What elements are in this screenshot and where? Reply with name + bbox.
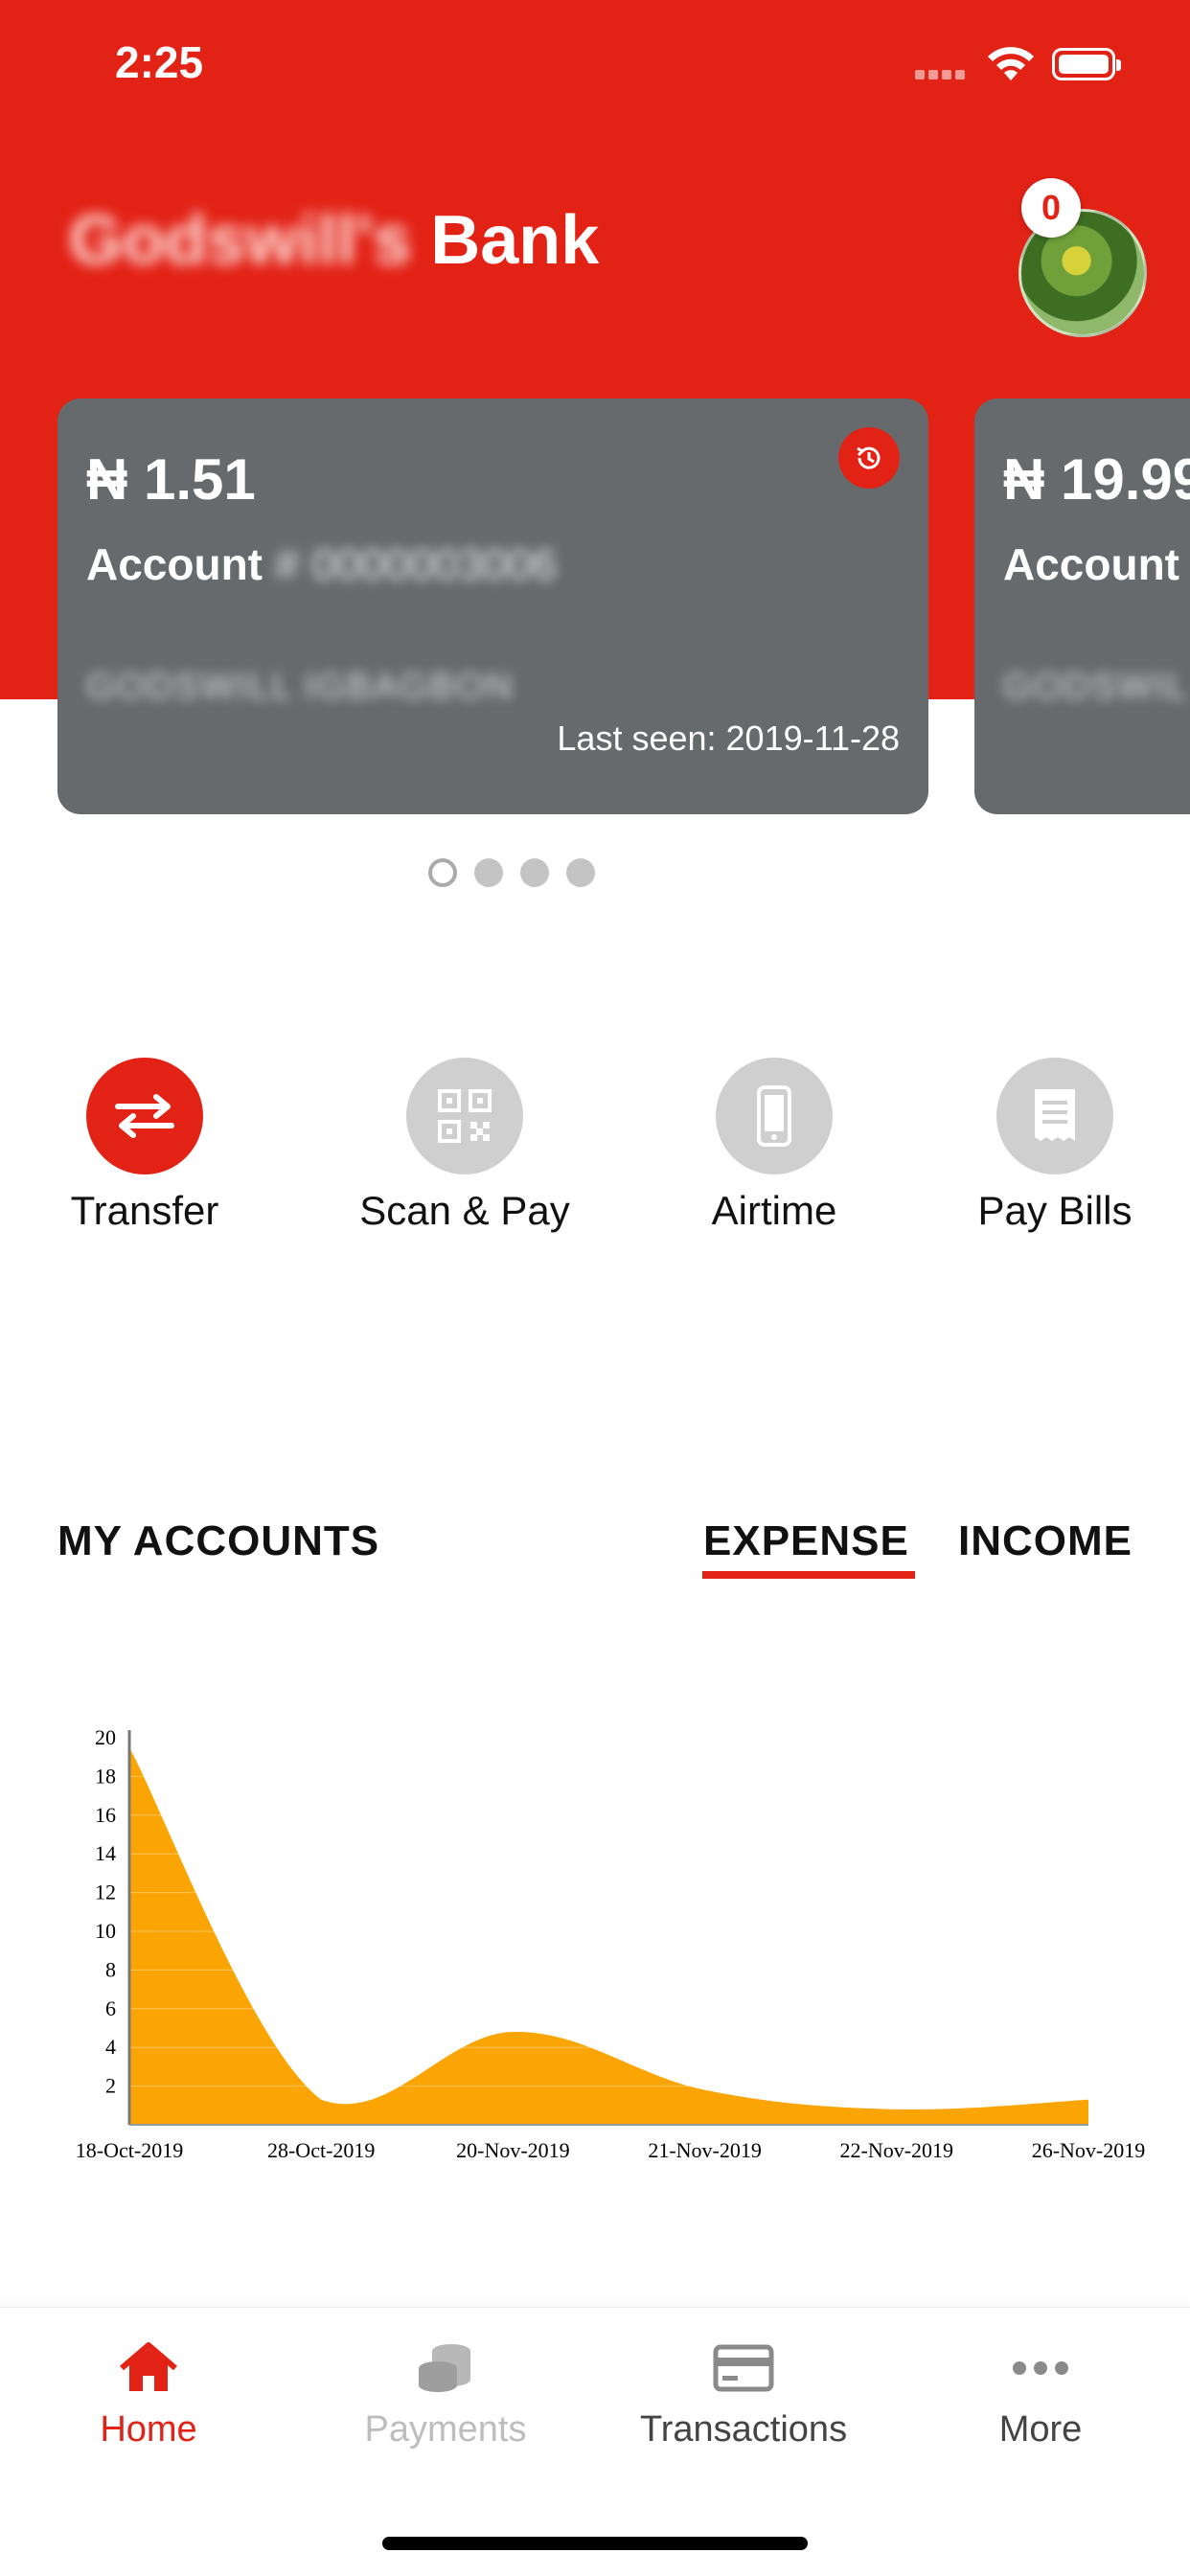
pager-dot[interactable] xyxy=(474,858,503,887)
chart-y-tick-label: 8 xyxy=(105,1957,116,1981)
expense-area-chart: 2 4 6 8 10 12 14 16 18 20 18-Oct-2019 28-Oct-2019 20… xyxy=(76,1725,1146,2162)
cellular-signal-icon xyxy=(915,67,973,80)
pager-dot[interactable] xyxy=(566,858,595,887)
bank-title: Godswill's Bank xyxy=(69,201,599,280)
account-card[interactable]: ₦ 19.99 Account GODSWIL xyxy=(974,399,1190,814)
battery-icon xyxy=(1052,48,1121,80)
tab-expense[interactable]: EXPENSE xyxy=(703,1517,909,1565)
nav-payments-label: Payments xyxy=(364,2409,527,2450)
nav-home-label: Home xyxy=(100,2409,197,2450)
scan-pay-action[interactable]: Scan & Pay xyxy=(340,1058,589,1234)
transfer-action[interactable]: Transfer xyxy=(20,1058,269,1234)
account-balance: ₦ 1.51 xyxy=(86,447,256,512)
transfer-label: Transfer xyxy=(70,1188,219,1233)
phone-icon xyxy=(716,1058,833,1174)
chart-y-tick-label: 12 xyxy=(95,1881,116,1904)
nav-transactions-label: Transactions xyxy=(639,2409,848,2450)
card-icon xyxy=(629,2335,858,2402)
bank-title-text: Bank xyxy=(430,202,600,279)
coins-icon xyxy=(331,2335,561,2402)
account-owner: GODSWIL xyxy=(1003,667,1189,707)
expense-area-series xyxy=(129,1747,1088,2125)
bank-owner-name: Godswill's xyxy=(69,202,412,279)
chart-x-tick-label: 26-Nov-2019 xyxy=(1032,2138,1146,2162)
pay-bills-action[interactable]: Pay Bills xyxy=(930,1058,1179,1234)
pay-bills-label: Pay Bills xyxy=(977,1188,1133,1233)
scan-pay-label: Scan & Pay xyxy=(359,1188,570,1233)
my-accounts-title: MY ACCOUNTS xyxy=(57,1517,380,1564)
status-time: 2:25 xyxy=(115,37,204,87)
account-balance: ₦ 19.99 xyxy=(1003,447,1190,512)
bottom-nav: Home Payments Transactions More xyxy=(0,2307,1190,2576)
card-pager[interactable] xyxy=(428,858,595,887)
nav-transactions[interactable]: Transactions xyxy=(629,2335,858,2451)
chart-y-tick-label: 16 xyxy=(95,1803,116,1827)
pager-dot[interactable] xyxy=(520,858,549,887)
home-icon xyxy=(34,2335,263,2402)
qr-code-icon xyxy=(406,1058,523,1174)
active-tab-indicator xyxy=(702,1571,915,1579)
more-dots-icon xyxy=(926,2335,1156,2402)
nav-payments[interactable]: Payments xyxy=(331,2335,561,2451)
chart-y-tick-label: 6 xyxy=(105,1996,116,2020)
account-label: Account xyxy=(1003,539,1179,589)
chart-y-tick-label: 18 xyxy=(95,1764,116,1788)
chart-x-tick-label: 28-Oct-2019 xyxy=(267,2138,375,2162)
account-owner: GODSWILL IGBAGBON xyxy=(86,667,515,707)
transfer-arrows-icon xyxy=(86,1058,203,1174)
account-number: # 0000003006 xyxy=(274,539,557,589)
chart-y-tick-label: 4 xyxy=(105,2035,116,2059)
pager-dot[interactable] xyxy=(428,858,457,887)
chart-x-tick-label: 21-Nov-2019 xyxy=(648,2138,762,2162)
account-number-row: Account # 0000003006 xyxy=(86,538,557,590)
chart-x-tick-label: 18-Oct-2019 xyxy=(76,2138,183,2162)
wifi-icon xyxy=(988,47,1034,80)
chart-y-tick-label: 2 xyxy=(105,2074,116,2098)
home-indicator xyxy=(382,2537,808,2550)
account-label: Account xyxy=(86,539,263,589)
nav-home[interactable]: Home xyxy=(34,2335,263,2451)
last-seen: Last seen: 2019-11-28 xyxy=(557,718,900,758)
nav-more-label: More xyxy=(998,2409,1083,2450)
chart-y-tick-label: 14 xyxy=(95,1841,116,1865)
chart-x-tick-label: 22-Nov-2019 xyxy=(840,2138,954,2162)
airtime-action[interactable]: Airtime xyxy=(650,1058,899,1234)
history-button[interactable] xyxy=(838,427,900,489)
tab-income[interactable]: INCOME xyxy=(958,1517,1133,1565)
chart-x-tick-label: 20-Nov-2019 xyxy=(456,2138,570,2162)
notification-badge[interactable]: 0 xyxy=(1021,178,1081,238)
history-icon xyxy=(857,446,881,469)
chart-y-tick-label: 10 xyxy=(95,1919,116,1943)
account-card[interactable]: ₦ 1.51 Account # 0000003006 GODSWILL IGB… xyxy=(57,399,928,814)
nav-more[interactable]: More xyxy=(926,2335,1156,2451)
receipt-icon xyxy=(996,1058,1113,1174)
chart-y-tick-label: 20 xyxy=(95,1725,116,1749)
airtime-label: Airtime xyxy=(711,1188,837,1233)
